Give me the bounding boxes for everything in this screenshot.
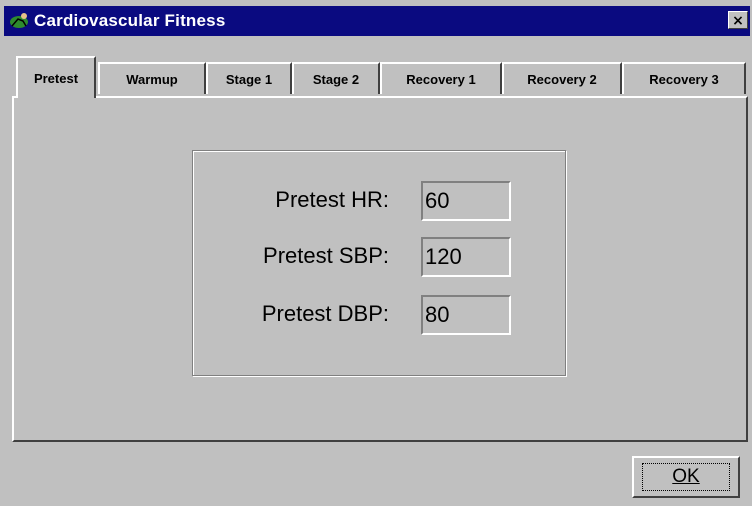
tab-recovery-2[interactable]: Recovery 2 [502,62,622,94]
tab-stage-2[interactable]: Stage 2 [292,62,380,94]
pretest-sbp-row: Pretest SBP: 120 [193,237,567,279]
dialog-window: Cardiovascular Fitness × Pretest Warmup … [0,0,752,506]
pretest-hr-label: Pretest HR: [275,187,389,212]
pretest-dbp-field[interactable]: 80 [421,295,511,335]
ok-label: OK [672,466,700,487]
tab-label: Pretest [33,70,79,86]
pretest-hr-field[interactable]: 60 [421,181,511,221]
tab-label: Warmup [126,71,178,87]
tab-panel-pretest: Pretest HR: 60 Pretest SBP: 120 Pretest … [12,96,748,442]
tab-warmup[interactable]: Warmup [98,62,206,94]
tab-stage-1[interactable]: Stage 1 [206,62,292,94]
runner-icon [8,10,30,32]
pretest-sbp-label: Pretest SBP: [263,243,389,268]
tab-label: Recovery 2 [527,71,597,87]
close-button[interactable]: × [728,11,748,29]
tab-label: Stage 1 [225,71,273,87]
tab-label: Recovery 3 [649,71,719,87]
close-icon: × [732,13,744,29]
ok-focus-rect: OK [642,463,730,491]
pretest-dbp-label: Pretest DBP: [261,301,389,326]
pretest-hr-row: Pretest HR: 60 [193,181,567,223]
tab-strip: Pretest Warmup Stage 1 Stage 2 Recovery … [16,56,746,98]
pretest-dbp-row: Pretest DBP: 80 [193,295,567,337]
tab-pretest[interactable]: Pretest [16,56,96,98]
title-bar[interactable]: Cardiovascular Fitness × [4,6,750,36]
tab-label: Recovery 1 [406,71,476,87]
pretest-sbp-field[interactable]: 120 [421,237,511,277]
tab-recovery-1[interactable]: Recovery 1 [380,62,502,94]
pretest-group-box: Pretest HR: 60 Pretest SBP: 120 Pretest … [192,150,566,376]
tab-recovery-3[interactable]: Recovery 3 [622,62,746,94]
ok-button[interactable]: OK [632,456,740,498]
tab-label: Stage 2 [312,71,360,87]
window-title: Cardiovascular Fitness [34,11,226,30]
